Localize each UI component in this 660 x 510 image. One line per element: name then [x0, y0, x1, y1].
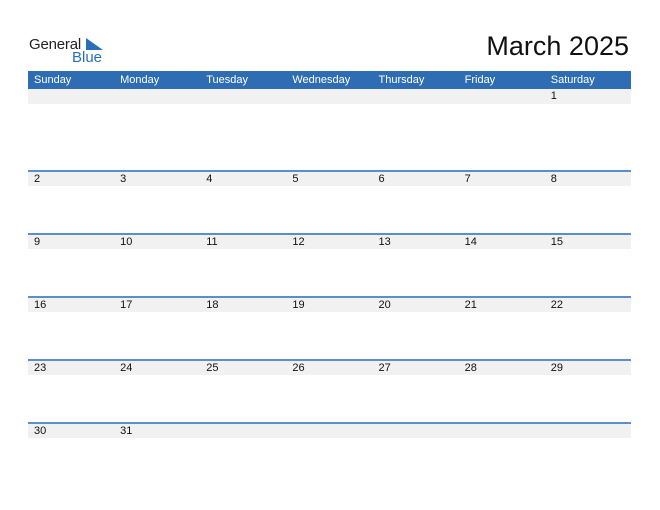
day-cell: 11	[206, 236, 218, 248]
day-cell: 4	[206, 173, 213, 185]
day-cell: 27	[378, 362, 391, 374]
day-cell: 7	[464, 173, 471, 185]
day-cell: 1	[550, 90, 557, 102]
day-cell: 19	[292, 299, 305, 311]
weekday-tuesday: Tuesday	[206, 74, 249, 86]
weekday-header: Sunday Monday Tuesday Wednesday Thursday…	[28, 71, 631, 89]
day-cell	[114, 89, 200, 104]
brand-word-blue: Blue	[72, 49, 103, 66]
day-cell	[373, 424, 459, 438]
day-cell: 14	[464, 236, 477, 248]
brand-logo: General Blue	[29, 36, 119, 66]
day-cell	[459, 424, 545, 438]
day-cell: 13	[378, 236, 391, 248]
weekday-sunday: Sunday	[34, 74, 72, 86]
weekday-monday: Monday	[120, 74, 160, 86]
day-cell	[286, 89, 372, 104]
day-cell: 3	[120, 173, 127, 185]
date-strip: 1	[28, 89, 631, 104]
weekday-thursday: Thursday	[378, 74, 425, 86]
date-strip: 16 17 18 19 20 21 22	[28, 298, 631, 312]
day-cell: 16	[34, 299, 47, 311]
day-cell: 24	[120, 362, 133, 374]
date-strip: 23 24 25 26 27 28 29	[28, 361, 631, 375]
day-cell: 30	[34, 425, 47, 437]
calendar-week: 30 31	[28, 422, 631, 485]
date-strip: 9 10 11 12 13 14 15	[28, 235, 631, 249]
day-cell: 29	[550, 362, 563, 374]
calendar-week: 23 24 25 26 27 28 29	[28, 359, 631, 422]
date-strip: 30 31	[28, 424, 631, 438]
weekday-saturday: Saturday	[550, 74, 595, 86]
day-cell: 31	[120, 425, 133, 437]
day-cell: 28	[464, 362, 477, 374]
day-cell: 17	[120, 299, 133, 311]
weekday-friday: Friday	[464, 74, 496, 86]
day-cell	[28, 89, 114, 104]
date-strip: 2 3 4 5 6 7 8	[28, 172, 631, 186]
day-cell	[286, 424, 372, 438]
day-cell: 8	[550, 173, 557, 185]
day-cell: 10	[120, 236, 133, 248]
day-cell	[545, 424, 631, 438]
calendar-week: 16 17 18 19 20 21 22	[28, 296, 631, 359]
calendar-week: 9 10 11 12 13 14 15	[28, 233, 631, 296]
day-cell: 26	[292, 362, 305, 374]
day-cell	[459, 89, 545, 104]
calendar-title: March 2025	[486, 31, 629, 61]
day-cell	[200, 89, 286, 104]
day-cell	[200, 424, 286, 438]
day-cell: 6	[378, 173, 385, 185]
day-cell: 12	[292, 236, 305, 248]
day-cell: 9	[34, 236, 41, 248]
day-cell: 23	[34, 362, 47, 374]
day-cell: 15	[550, 236, 563, 248]
day-cell: 25	[206, 362, 219, 374]
day-cell: 20	[378, 299, 391, 311]
day-cell: 21	[464, 299, 477, 311]
day-cell: 22	[550, 299, 563, 311]
calendar-week: 1	[28, 89, 631, 170]
calendar-week: 2 3 4 5 6 7 8	[28, 170, 631, 233]
day-cell: 18	[206, 299, 219, 311]
day-cell: 5	[292, 173, 299, 185]
calendar-grid: Sunday Monday Tuesday Wednesday Thursday…	[28, 71, 631, 485]
weekday-wednesday: Wednesday	[292, 74, 351, 86]
day-cell: 2	[34, 173, 41, 185]
day-cell	[373, 89, 459, 104]
